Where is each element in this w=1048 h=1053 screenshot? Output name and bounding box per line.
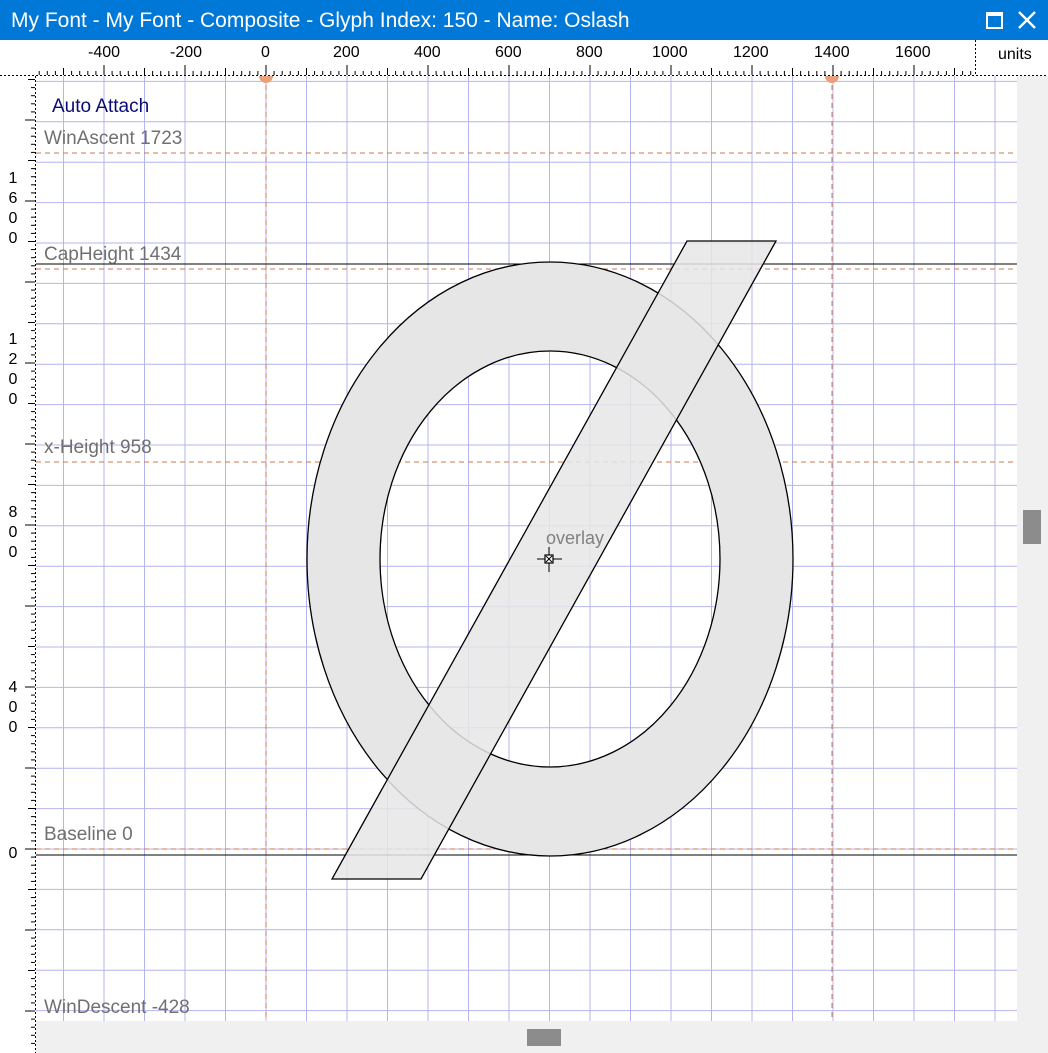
- ruler-tick-label: 0: [8, 371, 18, 388]
- ruler-tick-label: 0: [8, 544, 18, 561]
- ruler-tick-label: 8: [8, 504, 18, 521]
- ruler-tick-label: 0: [8, 719, 18, 736]
- horizontal-ruler-ticks: [0, 40, 1048, 76]
- ruler-tick-label: -200: [170, 44, 203, 61]
- win-ascent-label: WinAscent 1723: [44, 128, 183, 149]
- ruler-tick-label: 600: [495, 44, 522, 61]
- baseline-label: Baseline 0: [44, 824, 133, 845]
- ruler-tick-label: 400: [414, 44, 441, 61]
- vertical-scrollbar[interactable]: [1017, 76, 1048, 1053]
- ruler-tick-label: -400: [88, 44, 121, 61]
- ruler-tick-label: 0: [8, 210, 18, 227]
- horizontal-scrollbar-thumb[interactable]: [527, 1029, 561, 1046]
- x-height-label: x-Height 958: [44, 437, 152, 458]
- overlay-label: overlay: [546, 528, 605, 548]
- ruler-tick-label: 200: [333, 44, 360, 61]
- ruler-tick-label: 800: [576, 44, 603, 61]
- horizontal-ruler[interactable]: [0, 40, 1048, 76]
- title-bar: My Font - My Font - Composite - Glyph In…: [0, 0, 1048, 40]
- units-label[interactable]: units: [998, 46, 1032, 64]
- auto-attach-toggle[interactable]: Auto Attach: [52, 96, 149, 118]
- ruler-tick-label: 2: [8, 351, 18, 368]
- close-icon: [1018, 11, 1036, 29]
- ruler-tick-label: 6: [8, 190, 18, 207]
- vertical-scrollbar-thumb[interactable]: [1023, 510, 1041, 544]
- glyph-canvas[interactable]: [36, 76, 1017, 1021]
- close-button[interactable]: [1012, 5, 1042, 35]
- ruler-tick-label: 0: [8, 699, 18, 716]
- ruler-tick-label: 1400: [814, 44, 850, 61]
- ruler-tick-label: 1: [8, 331, 18, 348]
- ruler-tick-label: 1: [8, 170, 18, 187]
- glyph-editor-surface[interactable]: [36, 76, 1017, 1021]
- ruler-tick-label: 0: [8, 230, 18, 247]
- ruler-tick-label: 0: [8, 845, 18, 862]
- win-descent-label: WinDescent -428: [44, 997, 190, 1018]
- ruler-tick-label: 1600: [895, 44, 931, 61]
- ruler-tick-label: 0: [8, 391, 18, 408]
- maximize-icon: [986, 12, 1003, 29]
- ruler-tick-label: 1200: [733, 44, 769, 61]
- window-title: My Font - My Font - Composite - Glyph In…: [11, 9, 630, 32]
- cap-height-label: CapHeight 1434: [44, 244, 182, 265]
- ruler-tick-label: 0: [261, 44, 270, 61]
- maximize-button[interactable]: [980, 5, 1010, 35]
- ruler-tick-label: 1000: [652, 44, 688, 61]
- ruler-tick-label: 0: [8, 524, 18, 541]
- ruler-tick-label: 4: [8, 679, 18, 696]
